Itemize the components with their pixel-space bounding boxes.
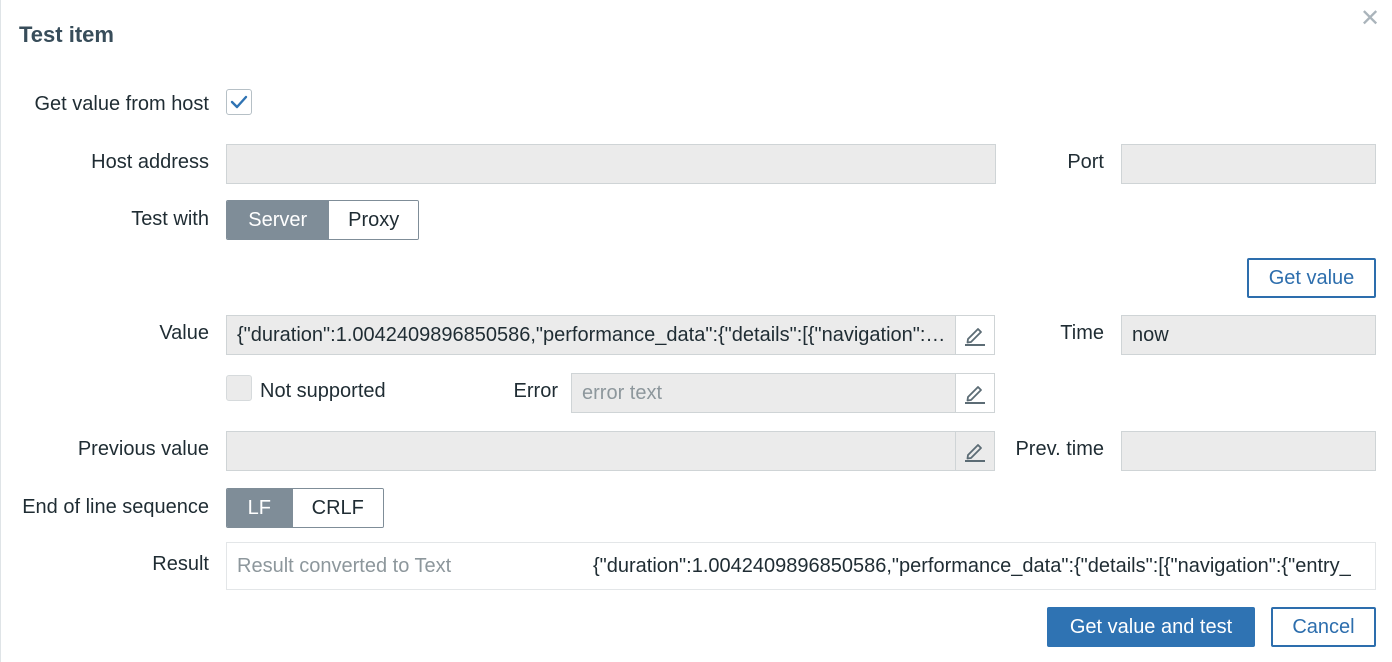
test-with-server-option[interactable]: Server bbox=[227, 201, 329, 239]
result-placeholder: Result converted to Text bbox=[237, 555, 452, 577]
dialog-title: Test item bbox=[19, 22, 114, 47]
previous-value-label: Previous value bbox=[77, 438, 209, 460]
pencil-icon bbox=[965, 386, 985, 404]
time-label: Time bbox=[1060, 322, 1104, 344]
result-label: Result bbox=[152, 553, 209, 575]
result-value: {"duration":1.0042409896850586,"performa… bbox=[593, 555, 1351, 577]
error-edit-button[interactable] bbox=[955, 374, 994, 412]
value-input[interactable]: {"duration":1.0042409896850586,"performa… bbox=[226, 315, 995, 355]
result-box: Result converted to Text {"duration":1.0… bbox=[226, 542, 1376, 590]
prev-time-label: Prev. time bbox=[1015, 438, 1104, 460]
eol-crlf-option[interactable]: CRLF bbox=[291, 489, 383, 527]
error-label: Error bbox=[513, 380, 558, 402]
pencil-icon bbox=[965, 328, 985, 346]
eol-lf-option[interactable]: LF bbox=[227, 489, 292, 527]
port-label: Port bbox=[1067, 151, 1104, 173]
get-value-from-host-label: Get value from host bbox=[34, 93, 209, 115]
value-label: Value bbox=[159, 322, 209, 344]
time-input[interactable]: now bbox=[1121, 315, 1376, 355]
get-value-and-test-button[interactable]: Get value and test bbox=[1047, 607, 1255, 647]
close-icon[interactable]: ✕ bbox=[1357, 6, 1383, 32]
not-supported-label: Not supported bbox=[260, 380, 386, 402]
port-input[interactable] bbox=[1121, 144, 1376, 184]
previous-value-input[interactable] bbox=[226, 431, 995, 471]
get-value-from-host-checkbox[interactable] bbox=[226, 89, 252, 115]
test-with-proxy-option[interactable]: Proxy bbox=[328, 201, 418, 239]
pencil-icon bbox=[965, 444, 985, 462]
test-with-toggle: Server Proxy bbox=[226, 200, 419, 240]
previous-value-edit-button[interactable] bbox=[955, 432, 994, 470]
get-value-button[interactable]: Get value bbox=[1247, 258, 1376, 298]
test-with-label: Test with bbox=[131, 208, 209, 230]
test-item-dialog: Test item ✕ Get value from host Host add… bbox=[0, 0, 1392, 662]
host-address-input[interactable] bbox=[226, 144, 996, 184]
not-supported-checkbox[interactable] bbox=[226, 375, 252, 401]
host-address-label: Host address bbox=[91, 151, 209, 173]
prev-time-input[interactable] bbox=[1121, 431, 1376, 471]
cancel-button[interactable]: Cancel bbox=[1271, 607, 1376, 647]
error-input[interactable]: error text bbox=[571, 373, 995, 413]
eol-label: End of line sequence bbox=[22, 496, 209, 518]
value-edit-button[interactable] bbox=[955, 316, 994, 354]
checkmark-icon bbox=[230, 95, 248, 109]
eol-toggle: LF CRLF bbox=[226, 488, 384, 528]
